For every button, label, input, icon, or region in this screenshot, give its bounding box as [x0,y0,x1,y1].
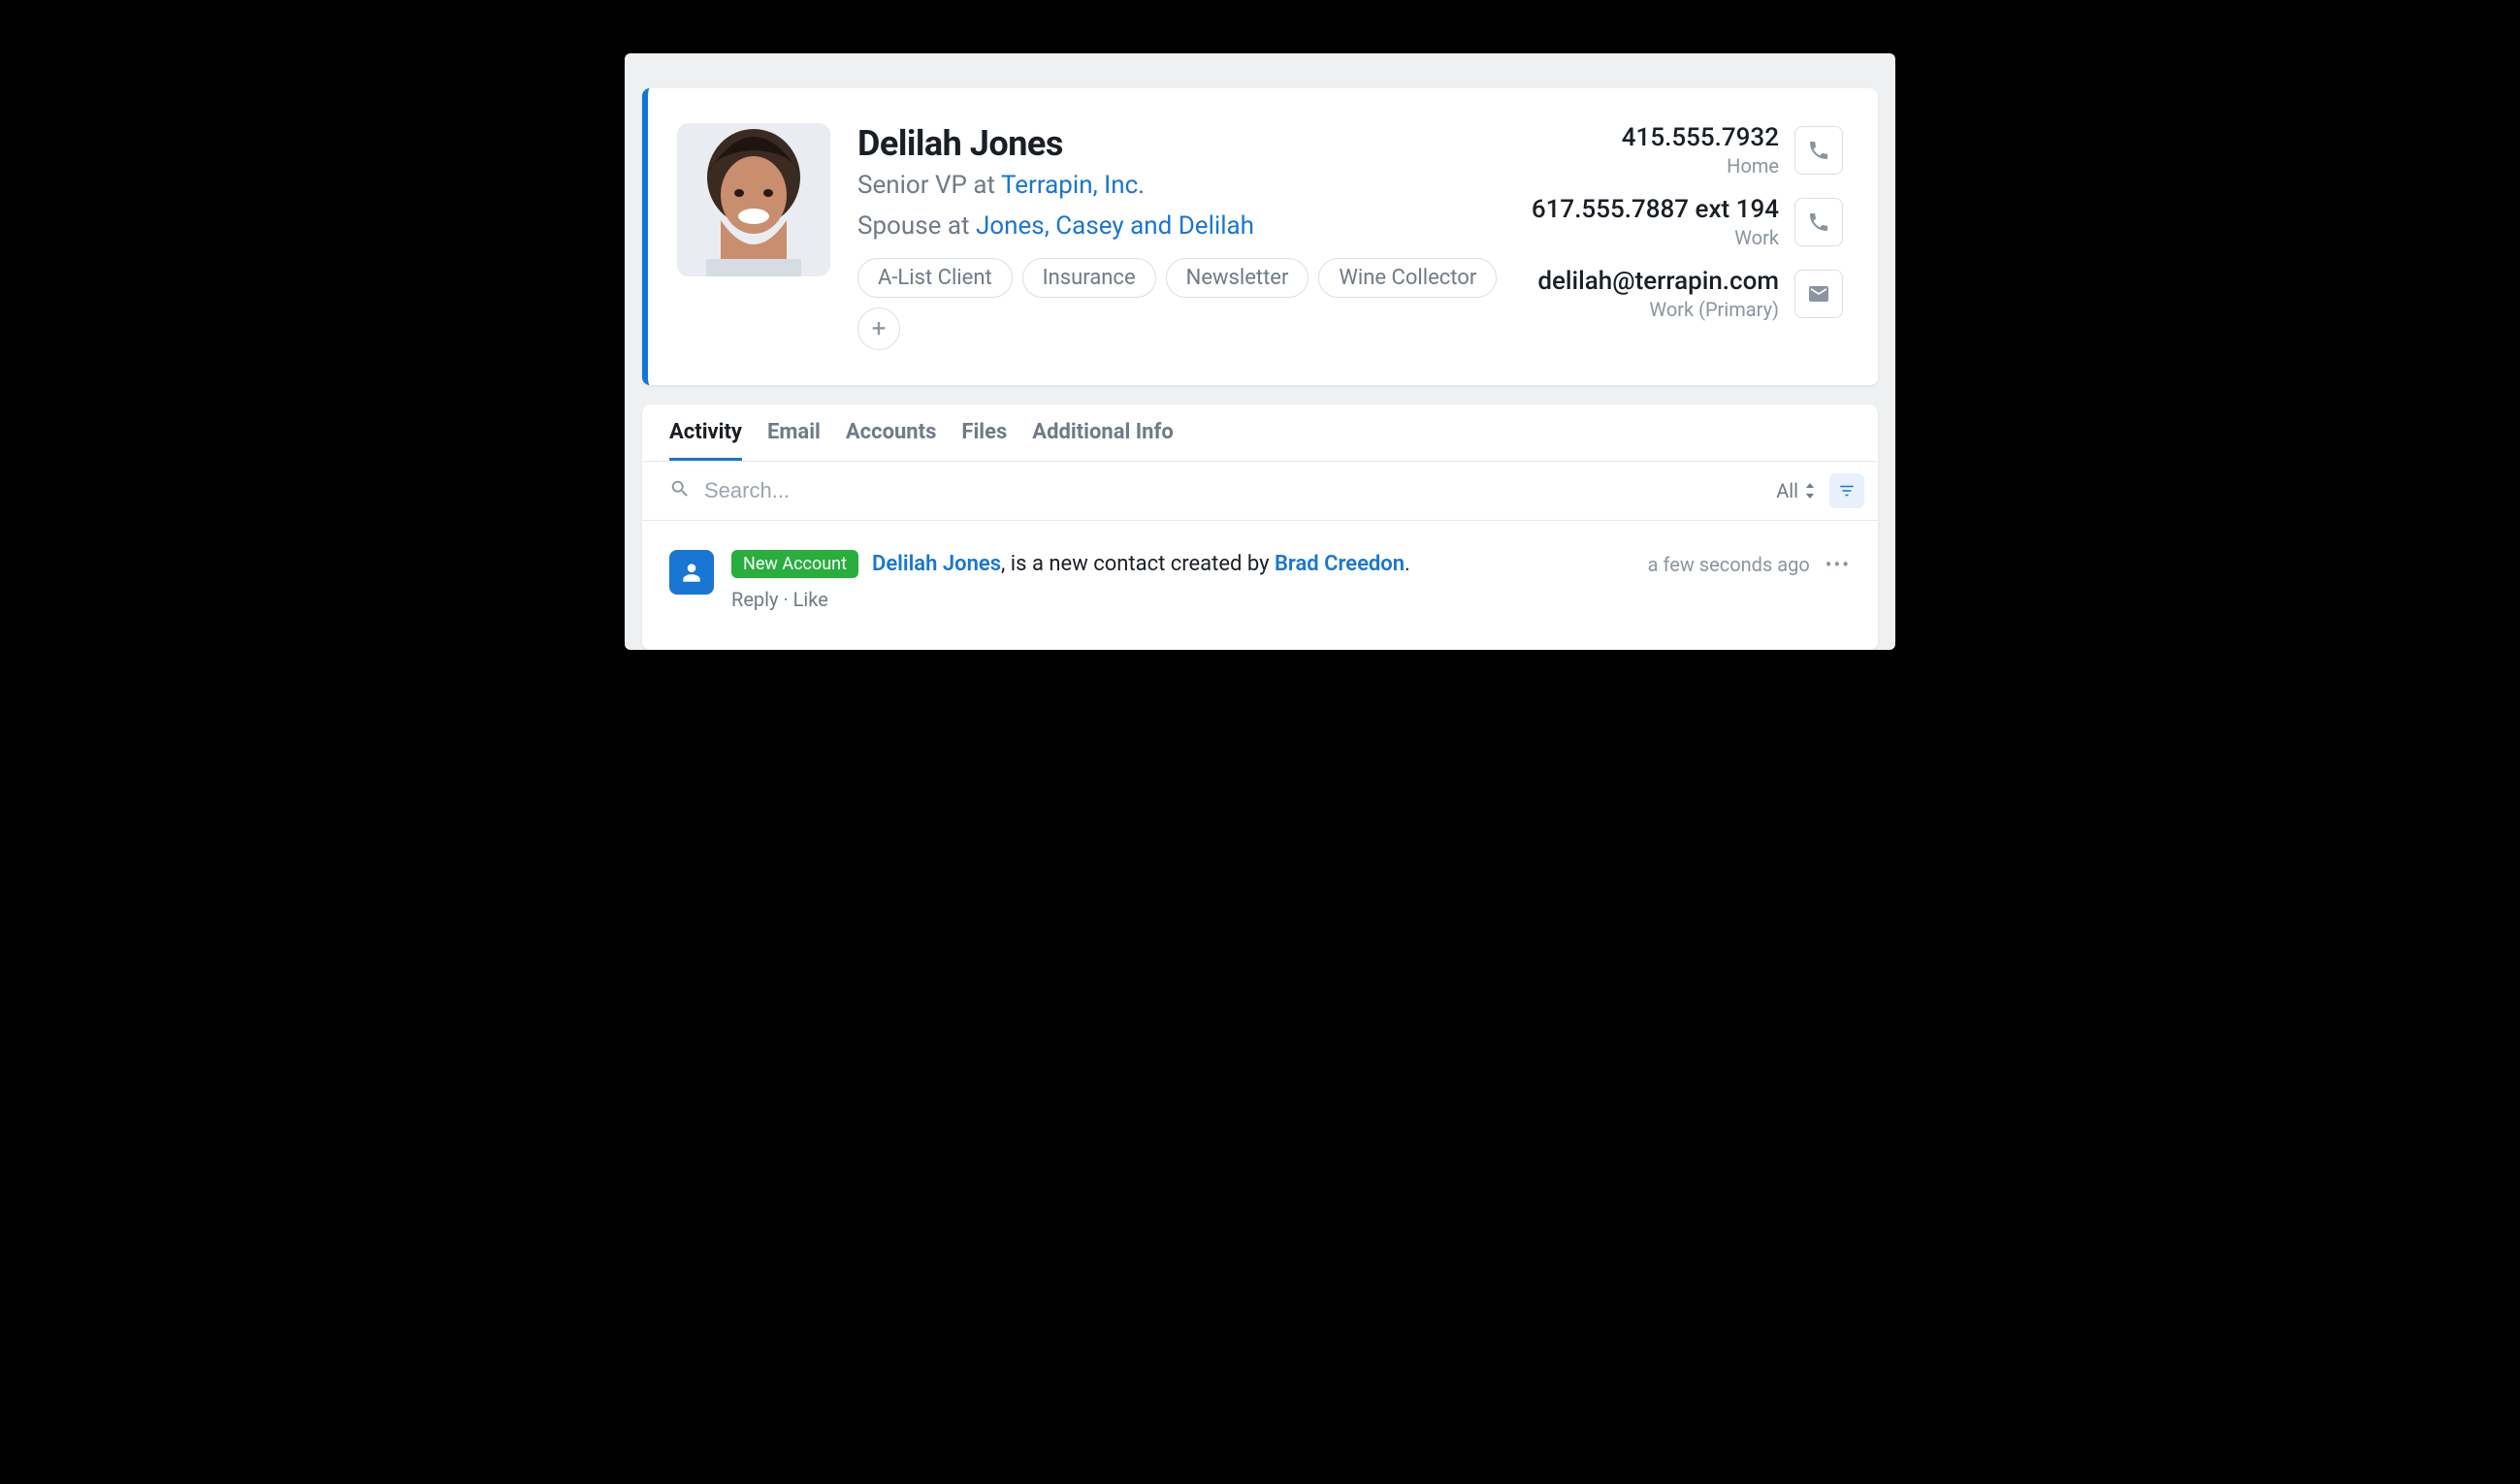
phone-work: 617.555.7887 ext 194 Work [1532,195,1843,249]
phone-label: Home [1622,154,1779,177]
feed-item: New Account Delilah Jones, is a new cont… [669,550,1851,611]
call-button[interactable] [1794,126,1843,175]
company-link[interactable]: Terrapin, Inc. [1001,171,1145,200]
filter-icon [1838,482,1856,500]
tab-accounts[interactable]: Accounts [846,420,937,461]
like-button[interactable]: Like [793,588,828,611]
tag[interactable]: Newsletter [1166,258,1309,298]
phone-icon [1807,210,1830,234]
avatar[interactable] [677,123,830,276]
tab-bar: Activity Email Accounts Files Additional… [642,404,1878,462]
search-input[interactable] [704,478,1762,503]
activity-section: Activity Email Accounts Files Additional… [642,404,1878,650]
tab-files[interactable]: Files [961,420,1007,461]
tag-list: A-List Client Insurance Newsletter Wine … [857,258,1504,350]
reply-button[interactable]: Reply [731,588,779,611]
phone-value: 617.555.7887 ext 194 [1532,195,1779,224]
call-button[interactable] [1794,198,1843,246]
status-badge: New Account [731,550,858,578]
email-button[interactable] [1794,270,1843,318]
tag[interactable]: Wine Collector [1318,258,1497,298]
person-icon [679,560,704,585]
contact-role-2: Spouse at Jones, Casey and Delilah [857,209,1504,245]
contact-identity: Delilah Jones Senior VP at Terrapin, Inc… [857,123,1504,350]
tab-additional-info[interactable]: Additional Info [1032,420,1174,461]
mail-icon [1807,282,1830,306]
tag[interactable]: Insurance [1022,258,1156,298]
author-link[interactable]: Brad Creedon [1275,552,1405,576]
activity-search-bar: All [642,462,1878,521]
timestamp: a few seconds ago [1648,553,1810,576]
tab-email[interactable]: Email [767,420,821,461]
household-link[interactable]: Jones, Casey and Delilah [976,211,1254,241]
phone-value: 415.555.7932 [1622,123,1779,152]
contact-methods: 415.555.7932 Home 617.555.7887 ext 194 W… [1532,123,1843,321]
phone-icon [1807,139,1830,162]
tag[interactable]: A-List Client [857,258,1013,298]
filter-button[interactable] [1829,473,1864,508]
email-work: delilah@terrapin.com Work (Primary) [1532,267,1843,321]
add-tag-button[interactable]: + [857,307,900,350]
phone-label: Work [1532,226,1779,249]
sort-icon [1804,483,1816,499]
filter-scope-dropdown[interactable]: All [1776,479,1816,502]
search-icon [669,478,691,503]
more-icon[interactable]: ••• [1825,553,1851,576]
contact-header-card: Delilah Jones Senior VP at Terrapin, Inc… [642,88,1878,385]
activity-feed: New Account Delilah Jones, is a new cont… [642,521,1878,650]
email-value: delilah@terrapin.com [1537,267,1779,296]
email-label: Work (Primary) [1537,298,1779,321]
contact-name: Delilah Jones [857,123,1504,164]
phone-home: 415.555.7932 Home [1532,123,1843,177]
contact-link[interactable]: Delilah Jones [872,552,1001,576]
feed-item-type-icon [669,550,714,595]
contact-role-1: Senior VP at Terrapin, Inc. [857,168,1504,205]
tab-activity[interactable]: Activity [669,420,742,461]
